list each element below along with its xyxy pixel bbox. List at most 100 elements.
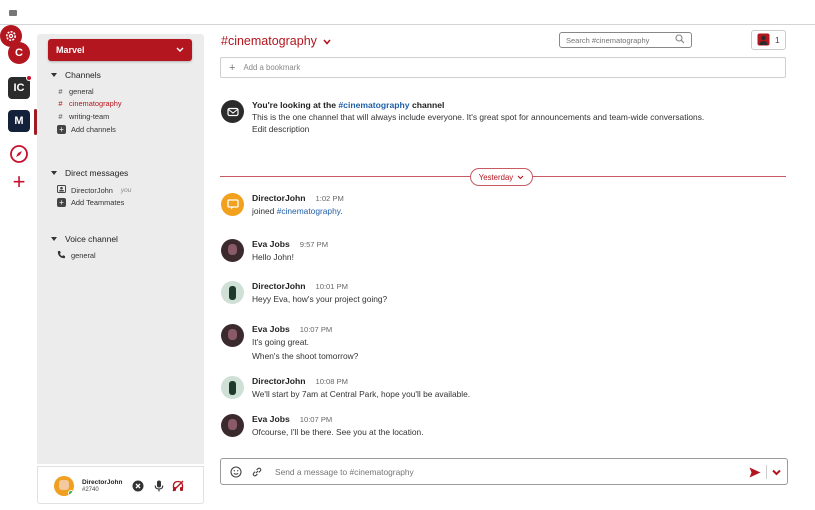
sidebar-item-dm-directorjohn[interactable]: DirectorJohn you: [57, 185, 131, 195]
message-header: DirectorJohn 10:08 PM: [252, 376, 348, 386]
message-input[interactable]: [275, 466, 715, 477]
channel-intro-description: This is the one channel that will always…: [252, 112, 705, 122]
hash-icon: #: [58, 112, 63, 121]
workspace-button[interactable]: Marvel: [48, 39, 192, 61]
avatar[interactable]: [221, 376, 244, 399]
sidebar-item-label: cinematography: [69, 99, 122, 108]
message-author[interactable]: DirectorJohn: [252, 281, 305, 291]
contact-card-icon: [57, 185, 66, 195]
member-avatar-icon: [757, 33, 770, 48]
collapse-triangle-icon: [51, 73, 57, 77]
intro-suffix: channel: [409, 100, 445, 110]
plus-icon: +: [57, 198, 66, 207]
message-header: DirectorJohn 1:02 PM: [252, 193, 344, 203]
phone-icon: [57, 250, 66, 261]
server-ic[interactable]: IC: [8, 75, 32, 99]
plus-icon: +: [57, 125, 66, 134]
close-circle-icon[interactable]: [131, 479, 144, 492]
message-text: Ofcourse, I'll be there. See you at the …: [252, 427, 424, 437]
message-author[interactable]: Eva Jobs: [252, 414, 290, 424]
dm-section-header[interactable]: Direct messages: [51, 168, 128, 178]
message-author[interactable]: DirectorJohn: [252, 193, 305, 203]
envelope-icon: [221, 100, 244, 123]
server-c[interactable]: C: [8, 42, 30, 64]
avatar[interactable]: [221, 281, 244, 304]
channel-link[interactable]: #cinematography: [277, 206, 341, 216]
message-author[interactable]: Eva Jobs: [252, 239, 290, 249]
avatar[interactable]: [54, 476, 74, 496]
message-header: Eva Jobs 10:07 PM: [252, 414, 332, 424]
message-author[interactable]: Eva Jobs: [252, 324, 290, 334]
members-button[interactable]: 1: [751, 30, 786, 50]
chevron-down-icon[interactable]: [771, 467, 781, 477]
window-menu-icon[interactable]: [9, 10, 17, 16]
message-time: 1:02 PM: [315, 194, 344, 203]
unread-badge: [26, 75, 32, 81]
search-box[interactable]: [559, 32, 692, 48]
dm-section-label: Direct messages: [65, 168, 129, 178]
server-c-label: C: [15, 47, 23, 59]
channels-section-label: Channels: [65, 70, 101, 80]
plus-icon: +: [229, 61, 236, 74]
channel-intro-title: You're looking at the #cinematography ch…: [252, 100, 444, 110]
search-input[interactable]: [566, 35, 666, 45]
avatar[interactable]: [221, 239, 244, 262]
user-name: DirectorJohn: [82, 479, 123, 486]
hash-icon: #: [58, 99, 63, 108]
headphones-muted-icon[interactable]: [171, 479, 184, 492]
message-time: 10:07 PM: [299, 415, 333, 424]
intro-prefix: You're looking at the: [252, 100, 339, 110]
channels-section-header[interactable]: Channels: [51, 70, 101, 80]
message-text: Heyy Eva, how's your project going?: [252, 294, 388, 304]
top-bar: [0, 0, 815, 25]
you-tag: you: [120, 186, 132, 194]
date-divider-label: Yesterday: [478, 172, 514, 182]
microphone-icon[interactable]: [152, 479, 165, 492]
workspace-name: Marvel: [56, 45, 85, 55]
add-teammates-button[interactable]: + Add Teammates: [57, 198, 124, 207]
message-text-part: joined: [252, 206, 277, 216]
message-header: DirectorJohn 10:01 PM: [252, 281, 348, 291]
message-author[interactable]: DirectorJohn: [252, 376, 305, 386]
server-ic-label: IC: [13, 82, 25, 94]
sidebar-item-cinematography[interactable]: # cinematography: [57, 99, 122, 108]
date-divider-button[interactable]: Yesterday: [470, 168, 533, 186]
channel-sidebar: Marvel Channels # general # cinematograp…: [37, 34, 204, 464]
composer-separator: [766, 465, 767, 479]
sidebar-item-label: general: [69, 87, 94, 96]
dm-user-label: DirectorJohn: [71, 185, 113, 195]
hash-icon: #: [58, 87, 63, 96]
server-m[interactable]: M: [8, 110, 30, 132]
sidebar-item-general[interactable]: # general: [57, 87, 94, 96]
online-status-icon: [68, 490, 74, 496]
message-text-part: .: [340, 206, 343, 216]
message-time: 10:01 PM: [315, 282, 348, 291]
send-icon[interactable]: [749, 466, 761, 478]
sidebar-item-writing-team[interactable]: # writing-team: [57, 112, 109, 121]
add-channels-button[interactable]: + Add channels: [57, 125, 116, 134]
add-bookmark-button[interactable]: + Add a bookmark: [220, 57, 786, 78]
message-text: joined #cinematography.: [252, 206, 343, 216]
avatar[interactable]: [221, 414, 244, 437]
chat-main: #cinematography 1 + Add a bookmark You'r…: [204, 25, 815, 510]
attachment-link-icon[interactable]: [251, 466, 263, 478]
message-text: It's going great.: [252, 337, 310, 347]
collapse-triangle-icon: [51, 171, 57, 175]
voice-section-label: Voice channel: [65, 234, 118, 244]
system-bot-avatar[interactable]: [221, 193, 244, 216]
sidebar-item-voice-general[interactable]: general: [57, 250, 96, 261]
channel-title[interactable]: #cinematography: [221, 34, 331, 48]
avatar-face: [59, 480, 69, 490]
compass-icon[interactable]: [8, 143, 30, 165]
add-server-icon[interactable]: +: [8, 171, 30, 193]
message-text: We'll start by 7am at Central Park, hope…: [252, 389, 471, 399]
chevron-down-icon: [517, 175, 524, 179]
search-icon: [675, 34, 685, 46]
voice-section-header[interactable]: Voice channel: [51, 234, 118, 244]
avatar[interactable]: [221, 324, 244, 347]
add-channels-label: Add channels: [71, 125, 116, 134]
emoji-icon[interactable]: [230, 465, 242, 478]
user-panel: DirectorJohn #2740: [37, 466, 204, 504]
intro-channel-link[interactable]: #cinematography: [338, 100, 409, 110]
edit-description-link[interactable]: Edit description: [252, 124, 309, 134]
